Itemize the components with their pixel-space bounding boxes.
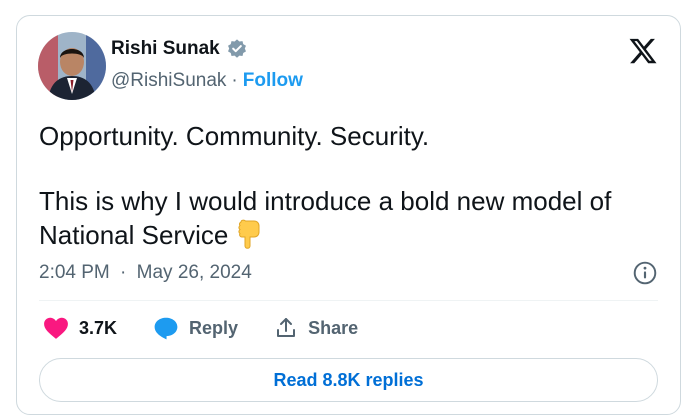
reply-label: Reply xyxy=(189,317,239,338)
reply-bubble-icon xyxy=(154,317,178,340)
x-logo-icon[interactable] xyxy=(628,36,658,66)
tweet-card: Rishi Sunak @RishiSunak · Follow Opportu… xyxy=(16,15,681,415)
info-icon[interactable] xyxy=(632,260,658,286)
handle-row: @RishiSunak · Follow xyxy=(111,70,303,92)
author-handle[interactable]: @RishiSunak xyxy=(111,70,226,92)
author-name-row: Rishi Sunak xyxy=(111,38,248,60)
pointing-down-emoji xyxy=(232,218,262,258)
heart-icon xyxy=(44,317,68,339)
read-replies-button[interactable]: Read 8.8K replies xyxy=(39,358,658,402)
verified-badge-icon xyxy=(227,39,246,58)
share-button[interactable]: Share xyxy=(274,316,358,340)
handle-separator: · xyxy=(231,70,238,91)
action-bar: 3.7K Reply Share xyxy=(43,316,358,340)
tweet-time: 2:04 PM xyxy=(39,262,110,283)
tweet-text-line2: This is why I would introduce a bold new… xyxy=(39,185,669,258)
share-label: Share xyxy=(308,317,359,338)
divider xyxy=(39,300,658,301)
time-separator: · xyxy=(120,262,127,283)
tweet-text-line2-body: This is why I would introduce a bold new… xyxy=(39,186,612,250)
tweet-date: May 26, 2024 xyxy=(136,262,252,283)
avatar[interactable] xyxy=(38,32,106,100)
likes-count: 3.7K xyxy=(79,317,118,338)
reply-button[interactable]: Reply xyxy=(153,316,238,340)
tweet-text: Opportunity. Community. Security. This i… xyxy=(39,120,669,258)
timestamp[interactable]: 2:04 PM · May 26, 2024 xyxy=(39,262,252,284)
author-name[interactable]: Rishi Sunak xyxy=(111,38,220,60)
tweet-text-line1: Opportunity. Community. Security. xyxy=(39,121,430,151)
share-upload-icon xyxy=(277,318,296,337)
follow-button[interactable]: Follow xyxy=(243,70,303,92)
like-button[interactable]: 3.7K xyxy=(43,316,117,340)
